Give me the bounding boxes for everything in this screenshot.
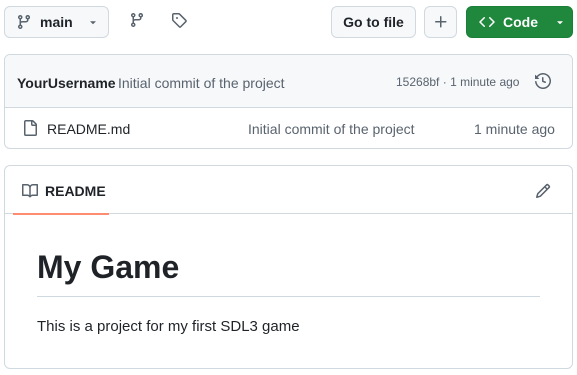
branch-name: main [40, 14, 73, 30]
readme-tab-bar: README [5, 166, 572, 215]
git-branch-icon [16, 14, 32, 30]
tag-icon[interactable] [171, 12, 187, 28]
commit-separator: · [442, 75, 447, 89]
commit-hash[interactable]: 15268bf [396, 75, 439, 89]
go-to-file-button[interactable]: Go to file [331, 6, 416, 38]
file-commit-time: 1 minute ago [474, 121, 555, 137]
commit-message[interactable]: Initial commit of the project [118, 75, 285, 91]
branches-icon[interactable] [129, 12, 145, 28]
code-button-label: Code [503, 14, 538, 30]
plus-icon [433, 14, 449, 30]
active-tab-indicator [13, 213, 109, 215]
caret-down-icon [87, 16, 99, 28]
file-browser: YourUsername Initial commit of the proje… [4, 54, 573, 149]
code-icon [479, 14, 495, 30]
history-icon[interactable] [535, 73, 551, 89]
branch-selector-button[interactable]: main [4, 6, 109, 38]
tab-readme-label: README [45, 183, 106, 199]
file-name[interactable]: README.md [47, 121, 130, 137]
readme-paragraph: This is a project for my first SDL3 game [37, 318, 300, 335]
commit-time: 1 minute ago [450, 75, 520, 89]
heading-divider [37, 296, 540, 297]
tab-readme[interactable]: README [13, 166, 109, 215]
file-icon [22, 120, 38, 136]
list-item[interactable]: README.md Initial commit of the project … [5, 108, 572, 148]
commit-author[interactable]: YourUsername [17, 75, 116, 91]
book-icon [22, 183, 38, 199]
file-commit-message[interactable]: Initial commit of the project [248, 121, 415, 137]
pencil-icon[interactable] [535, 183, 551, 199]
readme-panel: README My Game This is a project for my … [4, 165, 573, 369]
commit-meta: 15268bf · 1 minute ago [396, 75, 519, 89]
repo-toolbar: main Go to file Code [0, 0, 577, 44]
readme-heading: My Game [37, 249, 180, 285]
code-button[interactable]: Code [466, 6, 573, 38]
caret-down-icon [554, 16, 566, 28]
latest-commit-bar: YourUsername Initial commit of the proje… [5, 55, 572, 108]
add-file-button[interactable] [424, 6, 457, 38]
